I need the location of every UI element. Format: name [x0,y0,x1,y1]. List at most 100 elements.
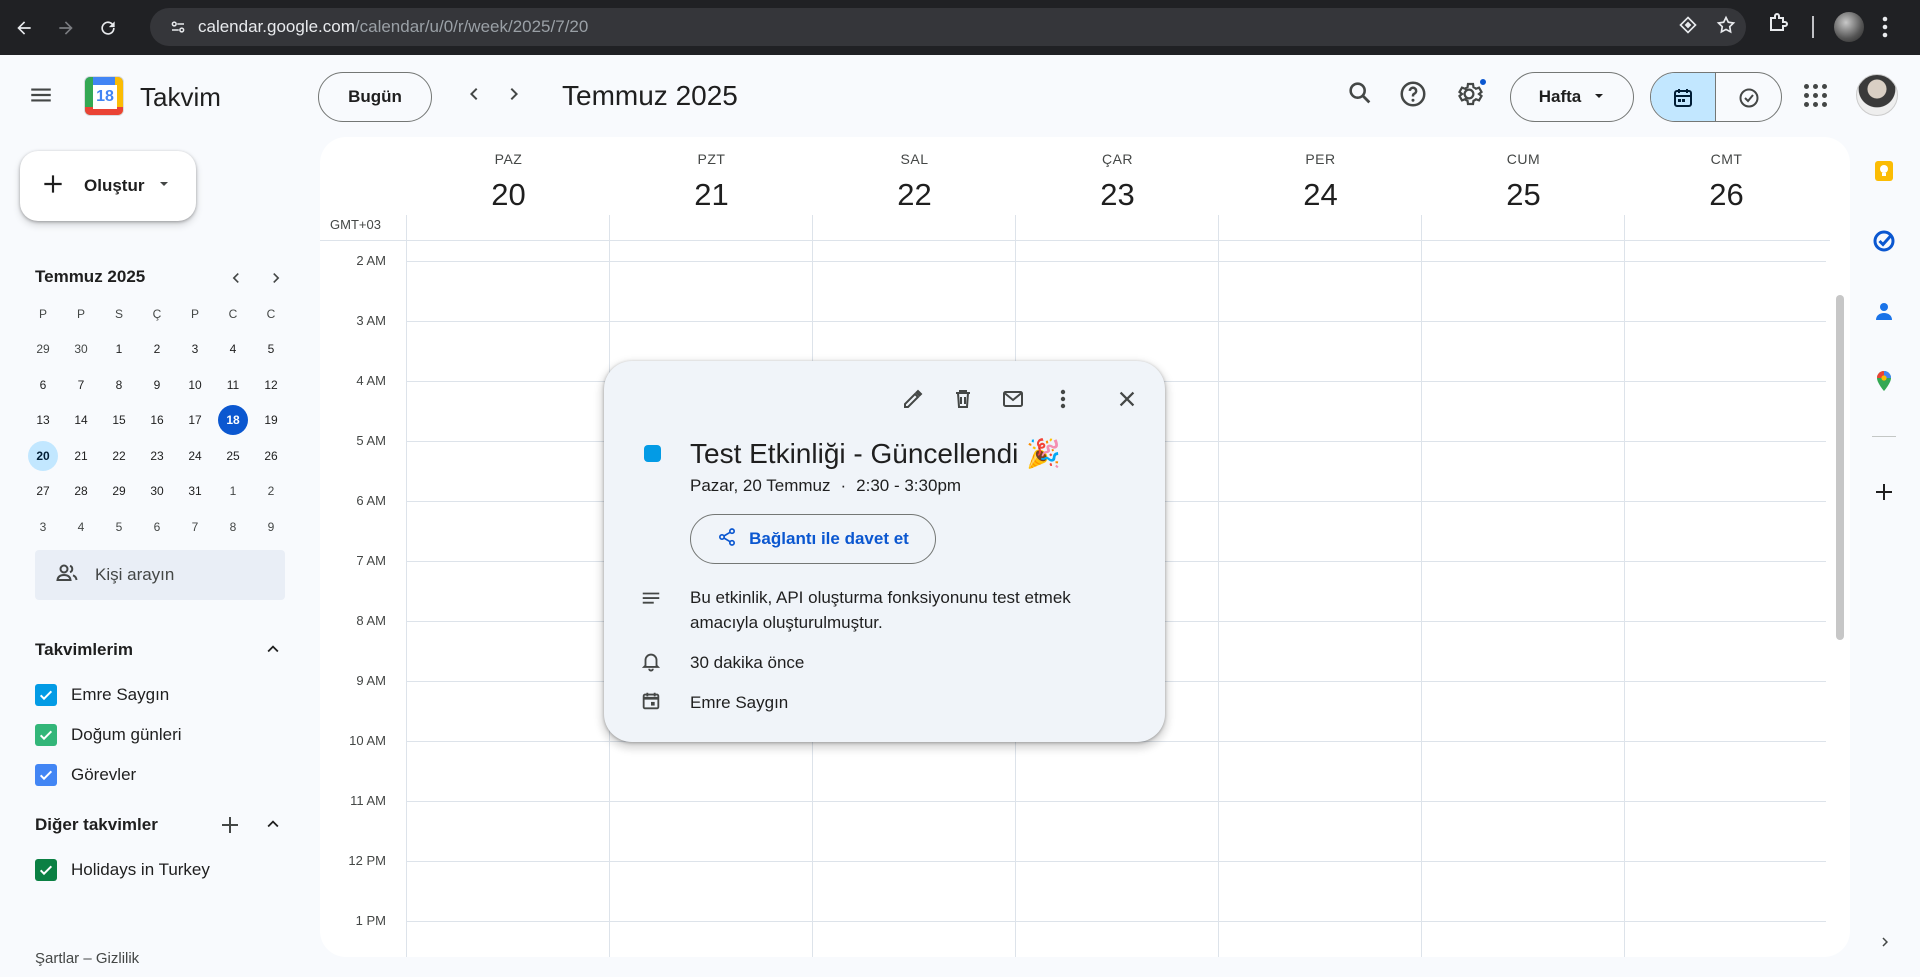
mini-calendar-day[interactable]: 8 [100,370,138,400]
my-calendars-title[interactable]: Takvimlerim [35,640,133,660]
browser-menu-icon[interactable] [1882,16,1888,43]
mini-calendar-day[interactable]: 6 [138,512,176,542]
main-menu-icon[interactable] [28,82,54,113]
bookmark-star-icon[interactable] [1716,15,1736,40]
invite-via-link-button[interactable]: Bağlantı ile davet et [690,514,936,564]
expand-side-panel-icon[interactable] [1876,933,1894,956]
day-header[interactable]: PER 24 [1219,137,1422,213]
mini-calendar-day[interactable]: 11 [214,370,252,400]
mini-calendar-day[interactable]: 9 [252,512,290,542]
mini-calendar-day[interactable]: 23 [138,441,176,471]
day-header[interactable]: CUM 25 [1422,137,1625,213]
mini-calendar-day[interactable]: 4 [214,334,252,364]
mini-calendar-day[interactable]: 29 [24,334,62,364]
mini-calendar-day[interactable]: 5 [100,512,138,542]
help-icon[interactable] [1398,79,1428,114]
maps-icon[interactable] [1872,369,1896,398]
mini-calendar-day[interactable]: 4 [62,512,100,542]
mini-calendar-day[interactable]: 26 [252,441,290,471]
mini-calendar-day[interactable]: 13 [24,405,62,435]
checkbox-checked-icon[interactable] [35,684,57,706]
mini-calendar-day[interactable]: 22 [100,441,138,471]
mini-calendar-today[interactable]: 18 [218,405,248,436]
calendar-view-icon[interactable] [1651,73,1716,121]
mini-calendar-day[interactable]: 30 [138,476,176,506]
mini-calendar-day[interactable]: 31 [176,476,214,506]
calendar-item-tasks[interactable]: Görevler [35,764,136,786]
mini-calendar-day[interactable]: 15 [100,405,138,435]
checkbox-checked-icon[interactable] [35,764,57,786]
get-addons-plus-icon[interactable] [1872,480,1896,509]
mini-calendar-day[interactable]: 16 [138,405,176,435]
calendar-item-holidays-turkey[interactable]: Holidays in Turkey [35,859,210,881]
mini-calendar-day[interactable]: 3 [24,512,62,542]
forward-icon[interactable] [48,10,84,46]
mini-calendar-day[interactable]: 7 [62,370,100,400]
back-icon[interactable] [6,10,42,46]
tasks-icon[interactable] [1872,229,1896,258]
mini-calendar-day[interactable]: 30 [62,334,100,364]
close-icon[interactable] [1113,385,1141,413]
chevron-up-icon[interactable] [262,638,284,665]
contacts-icon[interactable] [1872,299,1896,328]
mini-calendar-day[interactable]: 9 [138,370,176,400]
mini-calendar-day[interactable]: 7 [176,512,214,542]
mini-calendar-day[interactable]: 3 [176,334,214,364]
day-number[interactable]: 26 [1625,177,1828,213]
browser-profile-avatar[interactable] [1834,12,1864,42]
reload-icon[interactable] [90,10,126,46]
calendar-logo[interactable]: 18 [84,76,124,116]
mini-calendar-day[interactable]: 28 [62,476,100,506]
checkbox-checked-icon[interactable] [35,724,57,746]
mini-calendar-day[interactable]: 12 [252,370,290,400]
mini-calendar-day[interactable]: 2 [138,334,176,364]
mini-calendar-day[interactable]: 5 [252,334,290,364]
mini-calendar-next-icon[interactable] [266,268,286,293]
mini-calendar-selected-day[interactable]: 20 [28,440,58,471]
mini-calendar-day[interactable]: 29 [100,476,138,506]
mini-calendar-day[interactable]: 21 [62,441,100,471]
day-number[interactable]: 25 [1422,177,1625,213]
calendar-item-emre-saygin[interactable]: Emre Saygın [35,684,169,706]
next-week-icon[interactable] [502,82,526,111]
mini-calendar-day[interactable]: 2 [252,476,290,506]
google-apps-icon[interactable] [1804,84,1827,107]
day-header[interactable]: SAL 22 [813,137,1016,213]
view-selector-button[interactable]: Hafta [1510,72,1634,122]
day-number[interactable]: 24 [1219,177,1422,213]
mini-calendar-day[interactable]: 1 [214,476,252,506]
chevron-up-icon[interactable] [262,813,284,840]
add-calendar-plus-icon[interactable] [218,813,242,842]
edit-pencil-icon[interactable] [899,385,927,413]
mini-calendar-day[interactable]: 8 [214,512,252,542]
time-grid-scrollbar[interactable] [1836,295,1844,640]
terms-privacy-link[interactable]: Şartlar – Gizlilik [35,950,139,967]
day-number[interactable]: 20 [407,177,610,213]
more-options-icon[interactable] [1049,385,1077,413]
search-icon[interactable] [1346,79,1374,112]
account-avatar[interactable] [1856,74,1898,116]
mini-calendar-day[interactable]: 27 [24,476,62,506]
today-button[interactable]: Bugün [318,72,432,122]
mini-calendar-day[interactable]: 14 [62,405,100,435]
day-number[interactable]: 23 [1016,177,1219,213]
mini-calendar-day[interactable]: 24 [176,441,214,471]
delete-trash-icon[interactable] [949,385,977,413]
create-button[interactable]: Oluştur [20,151,196,221]
day-header[interactable]: PZT 21 [610,137,813,213]
calendar-item-birthdays[interactable]: Doğum günleri [35,724,182,746]
people-search-input[interactable]: Kişi arayın [35,550,285,600]
tasks-view-icon[interactable] [1716,73,1781,121]
mini-calendar-day[interactable]: 6 [24,370,62,400]
day-header[interactable]: CMT 26 [1625,137,1828,213]
mini-calendar-day[interactable]: 10 [176,370,214,400]
checkbox-checked-icon[interactable] [35,859,57,881]
translate-icon[interactable] [1678,15,1698,40]
mini-calendar-day[interactable]: 17 [176,405,214,435]
day-number[interactable]: 22 [813,177,1016,213]
mini-calendar-day[interactable]: 19 [252,405,290,435]
keep-icon[interactable] [1872,159,1896,188]
email-guests-icon[interactable] [999,385,1027,413]
other-calendars-title[interactable]: Diğer takvimler [35,815,158,835]
day-header[interactable]: PAZ 20 [407,137,610,213]
